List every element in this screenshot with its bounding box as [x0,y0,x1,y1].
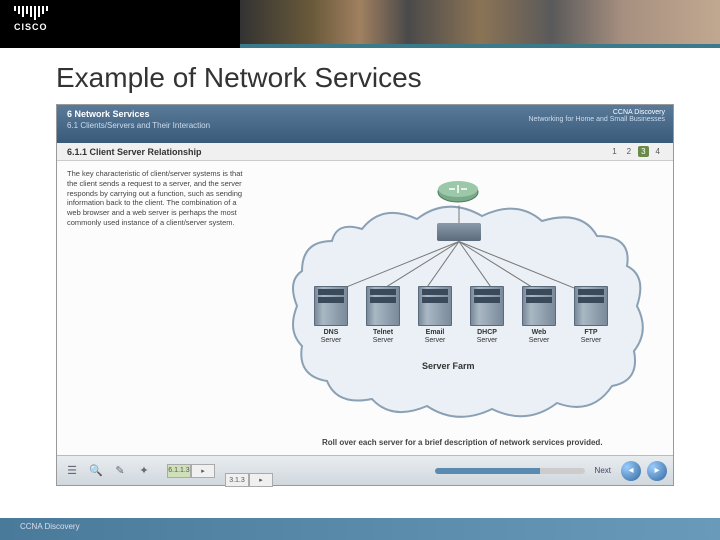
course-block: CCNA Discovery Networking for Home and S… [528,109,665,123]
breadcrumb-tabs-2: 3.1.3 ▸ [225,473,273,487]
server-label: TelnetServer [366,329,400,344]
topic-title: 6.1.1 Client Server Relationship [67,147,202,157]
screenshot-subheader: 6.1.1 Client Server Relationship 1 2 3 4 [57,143,673,161]
server-web[interactable]: WebServer [522,286,556,344]
next-button[interactable]: ▸ [647,461,667,481]
server-icon [522,286,556,326]
switch-icon[interactable] [437,223,481,241]
cisco-logo: CISCO [14,6,48,32]
server-farm-label: Server Farm [422,361,475,371]
crumb-tab-2[interactable]: 3.1.3 [225,473,249,487]
page-1[interactable]: 1 [609,146,619,157]
screenshot-toolbar: ☰ 🔍 ✎ ✦ 6.1.1.3 ▸ 3.1.3 ▸ Next ◂ ▸ [57,455,673,485]
slide-top-banner: CISCO [0,0,720,48]
server-icon [418,286,452,326]
page-indicator: 1 2 3 4 [609,146,663,157]
server-label: EmailServer [418,329,452,344]
course-subtitle: Networking for Home and Small Businesses [528,116,665,123]
embedded-screenshot: 6 Network Services 6.1 Clients/Servers a… [56,104,674,486]
description-text: The key characteristic of client/server … [57,161,262,457]
cisco-logo-text: CISCO [14,22,48,32]
index-icon[interactable]: ☰ [63,462,81,480]
footer-text: CCNA Discovery [20,522,80,531]
server-label: WebServer [522,329,556,344]
screenshot-header: 6 Network Services 6.1 Clients/Servers a… [57,105,673,143]
slide-footer: CCNA Discovery [0,518,720,540]
server-telnet[interactable]: TelnetServer [366,286,400,344]
cisco-bars-icon [14,6,48,20]
link-line [459,206,460,224]
server-email[interactable]: EmailServer [418,286,452,344]
network-diagram: DNSServer TelnetServer EmailServer DHCPS… [262,161,673,457]
server-label: FTPServer [574,329,608,344]
prev-button[interactable]: ◂ [621,461,641,481]
server-icon [314,286,348,326]
server-dhcp[interactable]: DHCPServer [470,286,504,344]
crumb-tab[interactable]: 6.1.1.3 [167,464,191,478]
server-icon [574,286,608,326]
crumb-go-2[interactable]: ▸ [249,473,273,487]
server-dns[interactable]: DNSServer [314,286,348,344]
course-name: CCNA Discovery [528,109,665,116]
progress-bar[interactable] [435,468,585,474]
router-icon[interactable] [437,179,479,205]
help-icon[interactable]: ✦ [135,462,153,480]
page-4[interactable]: 4 [653,146,663,157]
server-icon [470,286,504,326]
slide-title: Example of Network Services [0,48,720,102]
page-3[interactable]: 3 [638,146,648,157]
search-icon[interactable]: 🔍 [87,462,105,480]
server-label: DNSServer [314,329,348,344]
rollover-hint: Roll over each server for a brief descri… [322,438,603,447]
page-2[interactable]: 2 [624,146,634,157]
server-label: DHCPServer [470,329,504,344]
screenshot-body: The key characteristic of client/server … [57,161,673,457]
banner-photo-strip [240,0,720,48]
crumb-go[interactable]: ▸ [191,464,215,478]
glossary-icon[interactable]: ✎ [111,462,129,480]
next-label: Next [595,466,611,475]
server-icon [366,286,400,326]
server-ftp[interactable]: FTPServer [574,286,608,344]
breadcrumb-tabs: 6.1.1.3 ▸ [167,464,215,478]
